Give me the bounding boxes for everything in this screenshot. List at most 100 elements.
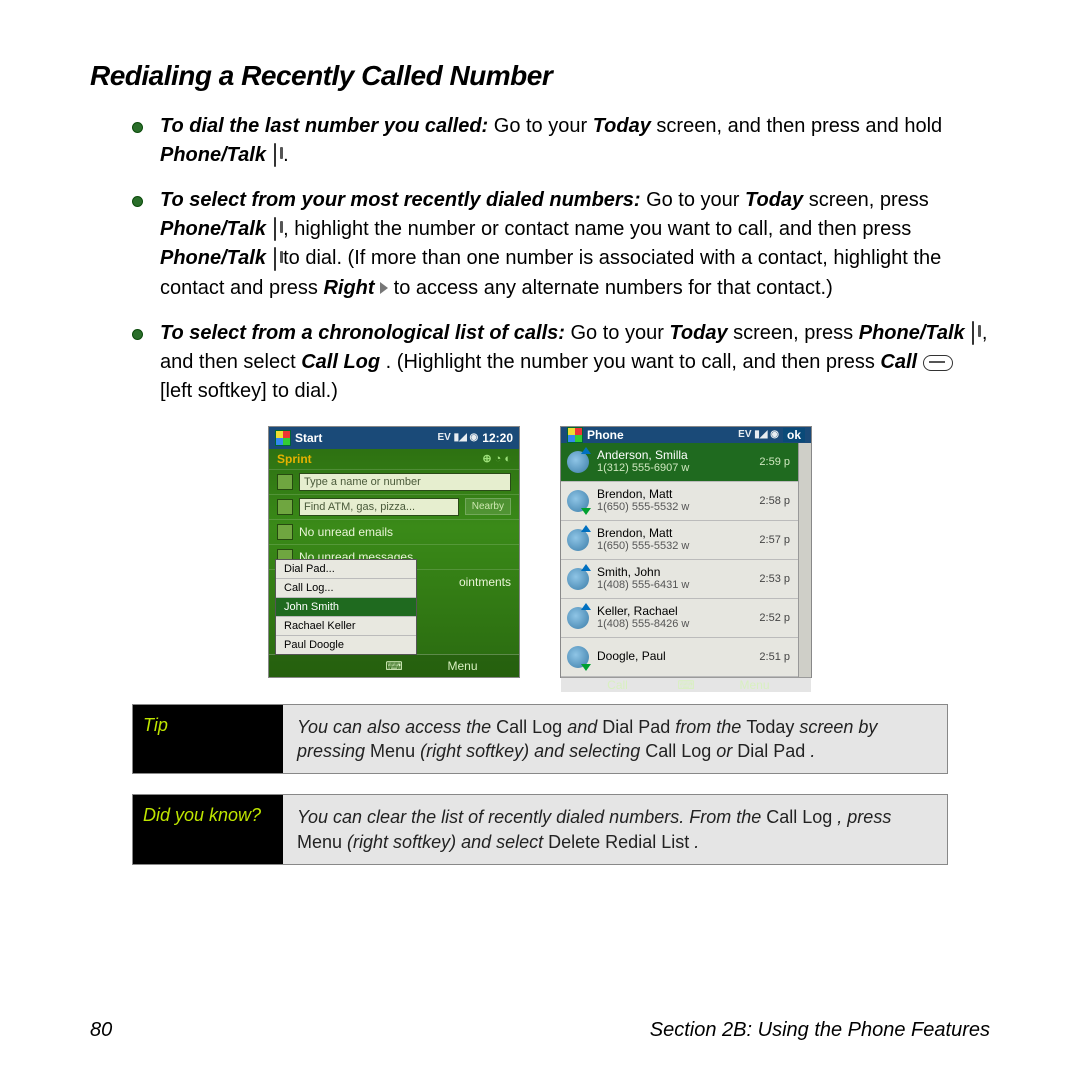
call-ref: Call [880, 351, 917, 373]
bullet-recent-numbers: To select from your most recently dialed… [132, 186, 990, 302]
find-input: Find ATM, gas, pizza... [299, 498, 459, 516]
text: . [810, 741, 815, 761]
screenshot-row: Start EV ▮◢ ◉ 12:20 Sprint ⊕ ◔ ◐ Type a … [90, 426, 990, 678]
softkey-bar: Call ⌨ Menu [561, 677, 811, 692]
redial-popup: Dial Pad... Call Log... John Smith Racha… [275, 559, 417, 655]
email-icon [277, 524, 293, 540]
call-log-ref: Call Log [645, 741, 711, 761]
text: and [567, 717, 602, 737]
phone-talk-icon [274, 217, 276, 241]
keyboard-icon: ⌨ [382, 659, 406, 673]
tip-body: You can also access the Call Log and Dia… [283, 705, 947, 774]
bullet-lead: To select from a chronological list of c… [160, 322, 565, 344]
right-ref: Right [323, 277, 374, 299]
softkey-bar: ⌨ Menu [269, 654, 519, 677]
menu-ref: Menu [370, 741, 415, 761]
text: You can clear the list of recently diale… [297, 807, 766, 827]
call-entry-time: 2:51 p [759, 651, 790, 663]
today-ref: Today [593, 115, 651, 137]
text: screen, press [809, 189, 929, 211]
delete-redial-ref: Delete Redial List [548, 832, 689, 852]
text: [left softkey] to dial.) [160, 380, 338, 402]
status-icons: EV ▮◢ ◉ [437, 432, 478, 443]
name-input: Type a name or number [299, 473, 511, 491]
wm-start-icon [567, 427, 583, 443]
partial-text: ointments [459, 575, 511, 589]
today-ref: Today [746, 717, 794, 737]
keyboard-icon: ⌨ [674, 678, 698, 692]
call-entry-number: 1(408) 555-6431 w [597, 579, 759, 591]
text: You can also access the [297, 717, 496, 737]
call-entry-name: Keller, Rachael [597, 605, 759, 618]
call-log-row: Keller, Rachael1(408) 555-8426 w2:52 p [561, 599, 798, 638]
call-direction-icon [561, 638, 595, 676]
call-direction-icon [561, 521, 595, 559]
text: . [283, 144, 289, 166]
ok-button: ok [783, 428, 805, 442]
call-entry-time: 2:57 p [759, 534, 790, 546]
emails-text: No unread emails [299, 525, 393, 539]
call-entry-text: Brendon, Matt1(650) 555-5532 w [595, 488, 759, 513]
page-footer: 80 Section 2B: Using the Phone Features [90, 1019, 990, 1042]
bullet-dial-last: To dial the last number you called: Go t… [132, 112, 990, 170]
call-entry-number: 1(650) 555-5532 w [597, 501, 759, 513]
carrier-row: Sprint ⊕ ◔ ◐ [269, 449, 519, 469]
text: screen, and then press and hold [656, 115, 942, 137]
status-icons: EV ▮◢ ◉ [738, 429, 779, 440]
popup-item: Dial Pad... [276, 560, 416, 578]
bullet-chronological: To select from a chronological list of c… [132, 319, 990, 406]
emails-row: No unread emails [269, 519, 519, 544]
menu-ref: Menu [297, 832, 342, 852]
popup-item: Rachael Keller [276, 616, 416, 635]
sub-icons: ⊕ ◔ ◐ [482, 452, 511, 465]
text: (right softkey) and select [347, 832, 548, 852]
call-log-row: Doogle, Paul2:51 p [561, 638, 798, 677]
right-arrow-icon [380, 282, 388, 294]
phone-talk-icon [274, 247, 276, 271]
call-entry-name: Brendon, Matt [597, 527, 759, 540]
call-entry-time: 2:59 p [759, 456, 790, 468]
tip-box: Tip You can also access the Call Log and… [132, 704, 948, 775]
page-number: 80 [90, 1019, 112, 1042]
phone-talk-ref: Phone/Talk [160, 144, 266, 166]
title-text: Start [295, 431, 433, 445]
phone-talk-icon [274, 143, 276, 167]
nearby-button: Nearby [465, 498, 511, 515]
titlebar: Phone EV ▮◢ ◉ ok [561, 427, 811, 443]
call-log-row: Smith, John1(408) 555-6431 w2:53 p [561, 560, 798, 599]
title-text: Phone [587, 428, 734, 442]
dyk-label: Did you know? [133, 795, 283, 864]
call-entry-name: Anderson, Smilla [597, 449, 759, 462]
text: Go to your [570, 322, 669, 344]
call-log-ref: Call Log [766, 807, 832, 827]
text: to access any alternate numbers for that… [394, 277, 833, 299]
call-direction-icon [561, 560, 595, 598]
phone-talk-ref: Phone/Talk [859, 322, 965, 344]
softkey-icon [923, 355, 953, 371]
text: Go to your [646, 189, 745, 211]
call-entry-number: 1(650) 555-5532 w [597, 540, 759, 552]
text: , press [837, 807, 891, 827]
popup-item-selected: John Smith [276, 597, 416, 616]
phone-talk-icon [972, 321, 974, 345]
call-entry-number: 1(312) 555-6907 w [597, 462, 759, 474]
text: or [716, 741, 737, 761]
bullet-lead: To dial the last number you called: [160, 115, 488, 137]
today-screenshot: Start EV ▮◢ ◉ 12:20 Sprint ⊕ ◔ ◐ Type a … [268, 426, 520, 678]
call-entry-text: Smith, John1(408) 555-6431 w [595, 566, 759, 591]
find-icon [277, 499, 293, 515]
carrier: Sprint [277, 452, 312, 466]
call-log-row: Brendon, Matt1(650) 555-5532 w2:58 p [561, 482, 798, 521]
call-log-row: Brendon, Matt1(650) 555-5532 w2:57 p [561, 521, 798, 560]
popup-item: Call Log... [276, 578, 416, 597]
call-log-ref: Call Log [496, 717, 562, 737]
text: (right softkey) and selecting [420, 741, 645, 761]
titlebar: Start EV ▮◢ ◉ 12:20 [269, 427, 519, 449]
bullet-lead: To select from your most recently dialed… [160, 189, 641, 211]
call-entry-number: 1(408) 555-8426 w [597, 618, 759, 630]
tip-label: Tip [133, 705, 283, 774]
calllog-screenshot: Phone EV ▮◢ ◉ ok Anderson, Smilla1(312) … [560, 426, 812, 678]
call-entry-text: Doogle, Paul [595, 650, 759, 663]
section-heading: Redialing a Recently Called Number [90, 60, 990, 92]
sk-menu: Menu [698, 678, 811, 692]
